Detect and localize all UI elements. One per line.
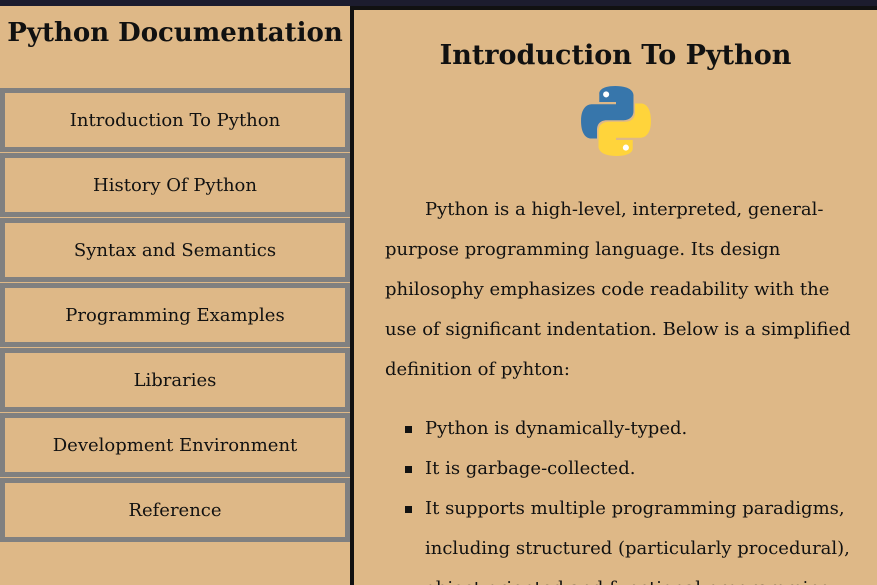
facts-list: Python is dynamically-typed. It is garba… bbox=[385, 409, 855, 585]
nav-link-introduction[interactable]: Introduction To Python bbox=[0, 88, 350, 152]
nav-link-libraries[interactable]: Libraries bbox=[0, 348, 350, 412]
navbar: Python Documentation Introduction To Pyt… bbox=[0, 6, 350, 585]
main-doc: Introduction To Python Python is a high-… bbox=[354, 10, 877, 585]
intro-paragraph: Python is a high-level, interpreted, gen… bbox=[385, 199, 851, 380]
nav-link-history[interactable]: History Of Python bbox=[0, 153, 350, 217]
nav-link-syntax[interactable]: Syntax and Semantics bbox=[0, 218, 350, 282]
nav-link-reference[interactable]: Reference bbox=[0, 478, 350, 542]
navbar-title: Python Documentation bbox=[7, 18, 343, 48]
python-logo-icon bbox=[581, 86, 651, 156]
nav-link-development-environment[interactable]: Development Environment bbox=[0, 413, 350, 477]
section-title: Introduction To Python bbox=[439, 40, 792, 71]
list-item: It is garbage-collected. bbox=[385, 449, 855, 489]
list-item: Python is dynamically-typed. bbox=[385, 409, 855, 449]
list-item: It supports multiple programming paradig… bbox=[385, 489, 855, 585]
nav-link-examples[interactable]: Programming Examples bbox=[0, 283, 350, 347]
